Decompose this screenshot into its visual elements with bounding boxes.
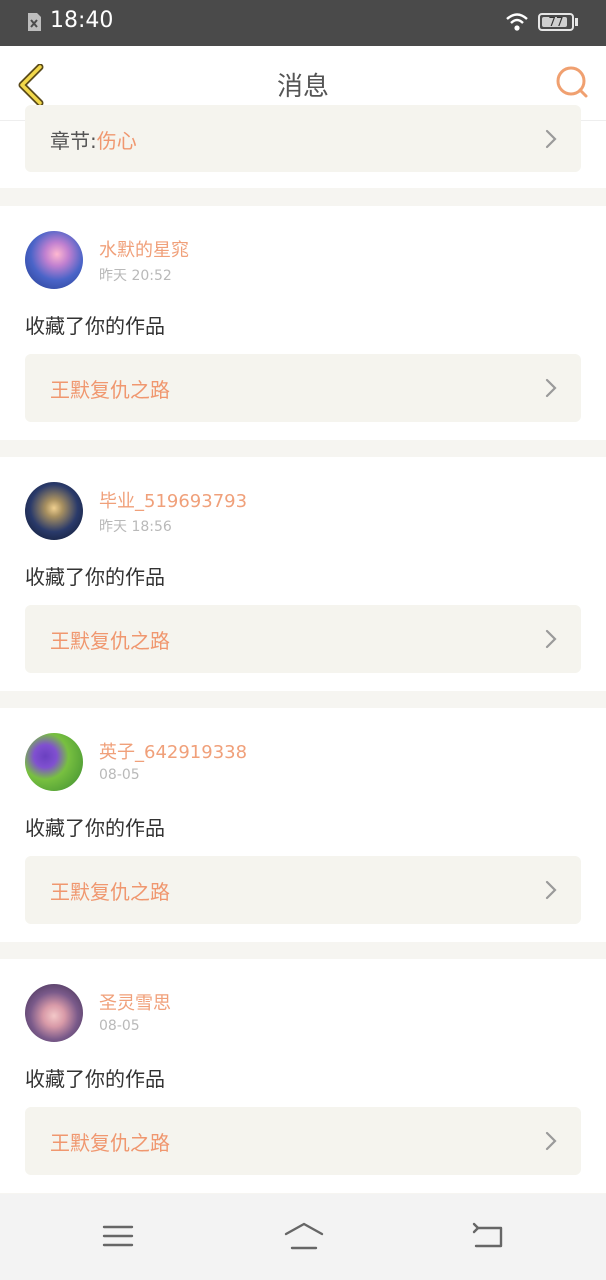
work-link[interactable]: 王默复仇之路 xyxy=(25,605,581,673)
avatar[interactable] xyxy=(25,733,83,791)
work-link[interactable]: 王默复仇之路 xyxy=(25,354,581,422)
work-title: 王默复仇之路 xyxy=(50,880,170,904)
action-text: 收藏了你的作品 xyxy=(25,314,165,338)
user-name[interactable]: 英子_642919338 xyxy=(99,738,247,764)
avatar[interactable] xyxy=(25,231,83,289)
user-name[interactable]: 圣灵雪思 xyxy=(99,989,171,1015)
timestamp: 昨天 20:52 xyxy=(99,268,172,284)
message-card: 毕业_519693793 昨天 18:56 收藏了你的作品 王默复仇之路 xyxy=(0,457,606,691)
chapter-prefix: 章节: xyxy=(50,129,97,153)
work-title: 王默复仇之路 xyxy=(50,378,170,402)
work-link[interactable]: 王默复仇之路 xyxy=(25,1107,581,1175)
battery-tip xyxy=(575,18,578,26)
status-time: 18:40 xyxy=(50,8,114,33)
message-card: 水默的星窕 昨天 20:52 收藏了你的作品 王默复仇之路 xyxy=(0,206,606,440)
work-link[interactable]: 王默复仇之路 xyxy=(25,856,581,924)
message-card: 圣灵雪思 08-05 收藏了你的作品 王默复仇之路 xyxy=(0,959,606,1193)
user-name[interactable]: 毕业_519693793 xyxy=(99,487,247,513)
chevron-right-icon xyxy=(545,629,557,649)
timestamp: 昨天 18:56 xyxy=(99,519,172,535)
wifi-icon xyxy=(506,13,528,31)
chapter-name: 伤心 xyxy=(96,129,137,153)
status-bar: 18:40 77 xyxy=(0,0,606,46)
battery-percent: 77 xyxy=(548,15,564,29)
user-name[interactable]: 水默的星窕 xyxy=(99,236,189,262)
avatar[interactable] xyxy=(25,984,83,1042)
screen: 18:40 77 消息 章节:伤心 水默的星窕 昨天 20:52 收藏了你的作品… xyxy=(0,0,606,1280)
home-icon[interactable] xyxy=(283,1220,325,1252)
system-nav-bar xyxy=(0,1194,606,1280)
work-title: 王默复仇之路 xyxy=(50,1131,170,1155)
action-text: 收藏了你的作品 xyxy=(25,565,165,589)
timestamp: 08-05 xyxy=(99,1018,140,1034)
message-card: 章节:伤心 xyxy=(0,105,606,188)
action-text: 收藏了你的作品 xyxy=(25,1067,165,1091)
chapter-title: 章节:伤心 xyxy=(50,125,137,154)
menu-icon[interactable] xyxy=(100,1220,136,1252)
chevron-right-icon xyxy=(545,1131,557,1151)
action-text: 收藏了你的作品 xyxy=(25,816,165,840)
chevron-right-icon xyxy=(545,880,557,900)
chevron-right-icon xyxy=(545,129,557,149)
chevron-right-icon xyxy=(545,378,557,398)
message-card: 英子_642919338 08-05 收藏了你的作品 王默复仇之路 xyxy=(0,708,606,942)
search-icon[interactable] xyxy=(554,64,590,100)
chapter-link[interactable]: 章节:伤心 xyxy=(25,105,581,172)
page-title: 消息 xyxy=(276,72,329,102)
avatar[interactable] xyxy=(25,482,83,540)
back-icon[interactable] xyxy=(470,1220,506,1252)
battery-icon: 77 xyxy=(538,13,574,31)
timestamp: 08-05 xyxy=(99,767,140,783)
no-sim-icon xyxy=(28,13,41,31)
work-title: 王默复仇之路 xyxy=(50,629,170,653)
